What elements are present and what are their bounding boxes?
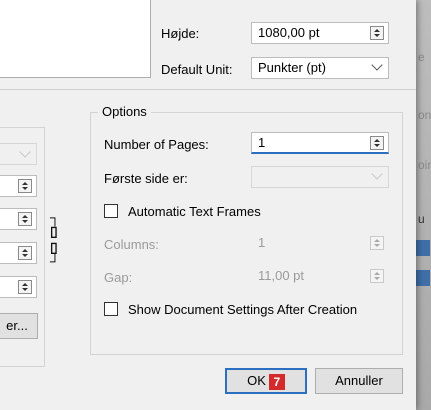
gap-spinner[interactable] bbox=[370, 269, 384, 283]
automatic-text-frames-checkbox[interactable] bbox=[104, 204, 118, 218]
number-of-pages-input[interactable]: 1 bbox=[251, 132, 389, 154]
default-unit-select[interactable]: Punkter (pt) bbox=[251, 57, 389, 79]
background-arrow-up-icon bbox=[416, 240, 430, 256]
default-unit-value: Punkter (pt) bbox=[258, 60, 326, 75]
gap-label: Gap: bbox=[104, 270, 133, 285]
columns-label: Columns: bbox=[104, 237, 159, 252]
margin-preset-select[interactable] bbox=[0, 143, 37, 165]
margin-left-spinner[interactable] bbox=[18, 246, 32, 260]
chain-link-icon[interactable]: ┐ bbox=[50, 210, 60, 224]
number-of-pages-value: 1 bbox=[258, 135, 266, 150]
height-label: Højde: bbox=[161, 26, 200, 41]
new-document-dialog: Højde: 1080,00 pt Default Unit: Punkter … bbox=[0, 0, 416, 410]
first-page-label: Første side er: bbox=[104, 171, 188, 186]
columns-input[interactable]: 1 bbox=[251, 232, 389, 254]
background-text: u bbox=[418, 212, 425, 226]
background-arrow-down-icon bbox=[416, 270, 430, 286]
margin-right-spinner[interactable] bbox=[18, 280, 32, 294]
ok-button[interactable]: OK 7 bbox=[225, 368, 307, 394]
height-value: 1080,00 pt bbox=[258, 25, 320, 40]
background-text: e bbox=[418, 50, 425, 64]
options-group-title: Options bbox=[98, 104, 151, 119]
chain-link-icon: ▯ bbox=[50, 239, 58, 255]
columns-spinner[interactable] bbox=[370, 236, 384, 250]
first-page-select[interactable] bbox=[251, 166, 389, 188]
default-unit-label: Default Unit: bbox=[161, 62, 233, 77]
step-badge: 7 bbox=[268, 373, 285, 390]
show-document-settings-label[interactable]: Show Document Settings After Creation bbox=[128, 302, 357, 317]
gap-value: 11,00 pt bbox=[258, 268, 305, 283]
margin-top-spinner[interactable] bbox=[18, 179, 32, 193]
chain-link-icon: ┘ bbox=[50, 253, 60, 269]
chain-link-icon: ▯ bbox=[50, 223, 58, 239]
ok-label: OK bbox=[247, 373, 266, 388]
cancel-label: Annuller bbox=[335, 373, 383, 388]
margin-more-label: er... bbox=[6, 318, 28, 333]
margin-bottom-spinner[interactable] bbox=[18, 212, 32, 226]
height-input[interactable]: 1080,00 pt bbox=[251, 22, 389, 44]
automatic-text-frames-label[interactable]: Automatic Text Frames bbox=[128, 204, 261, 219]
margin-more-button[interactable]: er... bbox=[0, 313, 38, 339]
height-spinner[interactable] bbox=[370, 26, 384, 40]
number-of-pages-label: Number of Pages: bbox=[104, 137, 209, 152]
divider bbox=[0, 89, 416, 90]
number-of-pages-spinner[interactable] bbox=[370, 136, 384, 150]
show-document-settings-checkbox[interactable] bbox=[104, 302, 118, 316]
gap-input[interactable]: 11,00 pt bbox=[251, 265, 389, 287]
background-window: e on oin u bbox=[416, 0, 431, 410]
page-preview bbox=[0, 0, 151, 78]
columns-value: 1 bbox=[258, 235, 266, 250]
background-text: on bbox=[418, 108, 431, 122]
background-text: oin bbox=[418, 158, 431, 172]
cancel-button[interactable]: Annuller bbox=[315, 368, 403, 394]
